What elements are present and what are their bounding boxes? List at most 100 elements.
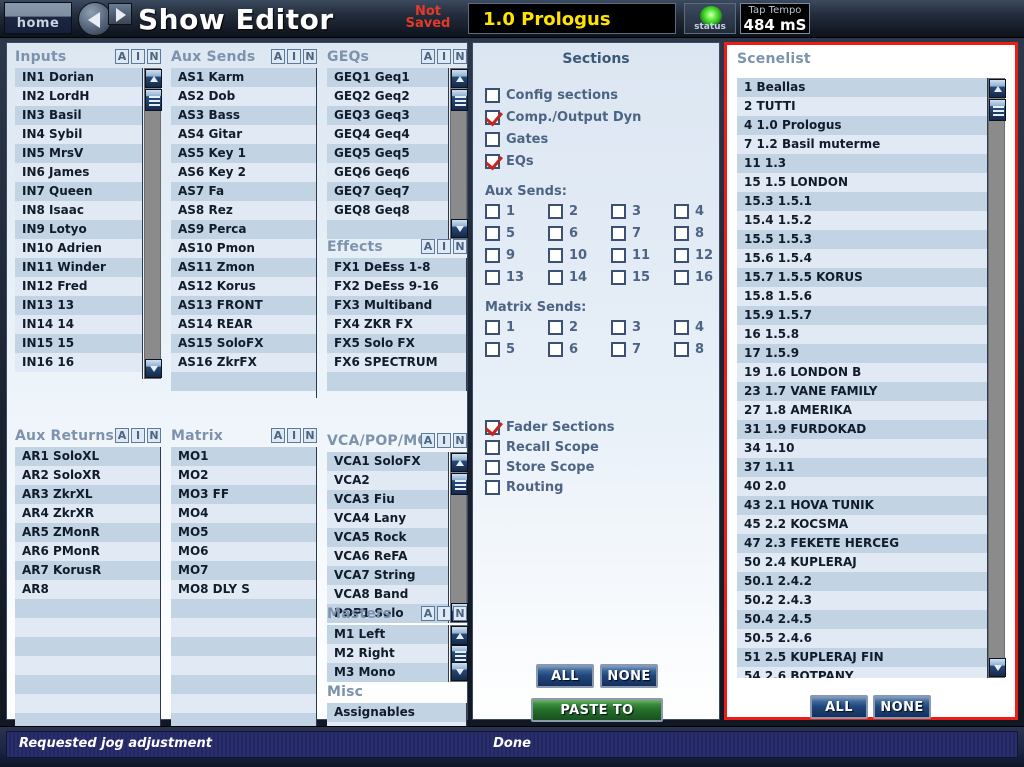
inputs-row[interactable]: IN5 MrsV <box>15 144 142 163</box>
aux-sends-row[interactable]: AS3 Bass <box>171 106 316 125</box>
aux-send-check-5[interactable]: 5 <box>485 226 515 241</box>
scenelist-scroll-thumb[interactable] <box>989 99 1006 121</box>
aux-sends-row[interactable]: AS7 Fa <box>171 182 316 201</box>
sections-none-button[interactable]: NONE <box>600 664 658 688</box>
aux-returns-row[interactable] <box>15 656 160 675</box>
matrix-send-check-2-box[interactable] <box>548 320 563 335</box>
matrix-row[interactable] <box>171 694 316 713</box>
inputs-scroll-up-button[interactable] <box>145 69 162 88</box>
aux-returns-row[interactable]: AR3 ZkrXL <box>15 485 160 504</box>
effects-rows[interactable]: FX1 DeEss 1-8 FX2 DeEss 9-16 FX3 Multiband… <box>327 258 467 391</box>
inputs-none-button[interactable]: N <box>147 49 161 64</box>
section-check-store-scope[interactable]: Store Scope <box>485 460 594 475</box>
matrix-row[interactable]: MO5 <box>171 523 316 542</box>
scenelist-row[interactable]: 47 2.3 FEKETE HERCEG <box>737 534 987 553</box>
aux-returns-row[interactable]: AR6 PMonR <box>15 542 160 561</box>
aux-sends-ain-buttons[interactable]: A I N <box>271 49 317 64</box>
scenelist-row[interactable]: 15.3 1.5.1 <box>737 192 987 211</box>
effects-ain-buttons[interactable]: A I N <box>421 239 467 254</box>
aux-returns-row[interactable] <box>15 599 160 618</box>
aux-send-check-8-box[interactable] <box>674 226 689 241</box>
inputs-scroll-down-button[interactable] <box>145 359 162 378</box>
aux-send-check-9-box[interactable] <box>485 248 500 263</box>
matrix-send-check-5-box[interactable] <box>485 342 500 357</box>
aux-sends-row[interactable]: AS15 SoloFX <box>171 334 316 353</box>
section-check-config-sections-box[interactable] <box>485 88 500 103</box>
matrix-row[interactable]: MO4 <box>171 504 316 523</box>
scenelist-row[interactable]: 50.1 2.4.2 <box>737 572 987 591</box>
vca-none-button[interactable]: N <box>453 433 467 448</box>
effects-none-button[interactable]: N <box>453 239 467 254</box>
vca-row[interactable]: VCA3 Fiu <box>327 490 448 509</box>
aux-sends-row[interactable] <box>171 372 316 391</box>
aux-send-check-14-box[interactable] <box>548 270 563 285</box>
aux-send-check-3-box[interactable] <box>611 204 626 219</box>
masters-ain-buttons[interactable]: A I N <box>421 606 467 621</box>
aux-send-check-1-box[interactable] <box>485 204 500 219</box>
scenelist-row[interactable]: 15 1.5 LONDON <box>737 173 987 192</box>
aux-sends-invert-button[interactable]: I <box>287 49 301 64</box>
inputs-invert-button[interactable]: I <box>131 49 145 64</box>
matrix-row[interactable] <box>171 637 316 656</box>
matrix-send-check-3[interactable]: 3 <box>611 320 641 335</box>
section-check-fader-sections-box[interactable] <box>485 420 500 435</box>
scenelist-none-button[interactable]: NONE <box>873 695 931 719</box>
aux-returns-none-button[interactable]: N <box>147 428 161 443</box>
aux-send-check-13-box[interactable] <box>485 270 500 285</box>
scenelist-row[interactable]: 34 1.10 <box>737 439 987 458</box>
scenelist-row[interactable]: 2 TUTTI <box>737 97 987 116</box>
matrix-row[interactable]: MO6 <box>171 542 316 561</box>
vca-scrollbar[interactable] <box>450 452 468 623</box>
vca-row[interactable]: VCA7 String <box>327 566 448 585</box>
aux-send-check-7-box[interactable] <box>611 226 626 241</box>
masters-rows[interactable]: M1 Left M2 Right M3 Mono <box>327 625 449 682</box>
effects-row[interactable]: FX1 DeEss 1-8 <box>327 258 466 277</box>
scenelist-row[interactable]: 40 2.0 <box>737 477 987 496</box>
inputs-row[interactable]: IN6 James <box>15 163 142 182</box>
aux-send-check-1[interactable]: 1 <box>485 204 515 219</box>
aux-sends-none-button[interactable]: N <box>303 49 317 64</box>
scenelist-row[interactable]: 50.4 2.4.5 <box>737 610 987 629</box>
geqs-scrollbar[interactable] <box>450 68 468 239</box>
inputs-row[interactable]: IN1 Dorian <box>15 68 142 87</box>
scenelist-row[interactable]: 19 1.6 LONDON B <box>737 363 987 382</box>
aux-returns-row[interactable] <box>15 694 160 713</box>
matrix-row[interactable]: MO7 <box>171 561 316 580</box>
scenelist-row[interactable]: 11 1.3 <box>737 154 987 173</box>
aux-send-check-6[interactable]: 6 <box>548 226 578 241</box>
aux-returns-row[interactable]: AR7 KorusR <box>15 561 160 580</box>
scenelist-row[interactable]: 50.5 2.4.6 <box>737 629 987 648</box>
scenelist-row[interactable]: 50 2.4 KUPLERAJ <box>737 553 987 572</box>
scenelist-row[interactable]: 51 2.5 KUPLERAJ FIN <box>737 648 987 667</box>
geqs-row[interactable]: GEQ1 Geq1 <box>327 68 448 87</box>
effects-row[interactable]: FX2 DeEss 9-16 <box>327 277 466 296</box>
scenelist-row[interactable]: 15.9 1.5.7 <box>737 306 987 325</box>
geqs-row[interactable]: GEQ8 Geq8 <box>327 201 448 220</box>
aux-sends-row[interactable]: AS16 ZkrFX <box>171 353 316 372</box>
matrix-send-check-1-box[interactable] <box>485 320 500 335</box>
aux-send-check-11[interactable]: 11 <box>611 248 650 263</box>
section-check-fader-sections[interactable]: Fader Sections <box>485 420 614 435</box>
aux-send-check-15-box[interactable] <box>611 270 626 285</box>
geqs-rows[interactable]: GEQ1 Geq1 GEQ2 Geq2 GEQ3 Geq3 GEQ4 Geq4 GEQ5… <box>327 68 449 239</box>
aux-send-check-10-box[interactable] <box>548 248 563 263</box>
sections-all-button[interactable]: ALL <box>536 664 594 688</box>
vca-row[interactable]: VCA1 SoloFX <box>327 452 448 471</box>
aux-send-check-13[interactable]: 13 <box>485 270 524 285</box>
matrix-row[interactable] <box>171 656 316 675</box>
scenelist-row[interactable]: 7 1.2 Basil muterme <box>737 135 987 154</box>
masters-all-button[interactable]: A <box>421 606 435 621</box>
aux-returns-ain-buttons[interactable]: A I N <box>115 428 161 443</box>
effects-row[interactable]: FX4 ZKR FX <box>327 315 466 334</box>
geqs-scroll-thumb[interactable] <box>451 89 468 111</box>
vca-row[interactable]: VCA2 <box>327 471 448 490</box>
matrix-send-check-3-box[interactable] <box>611 320 626 335</box>
effects-invert-button[interactable]: I <box>437 239 451 254</box>
inputs-row[interactable]: IN15 15 <box>15 334 142 353</box>
inputs-ain-buttons[interactable]: A I N <box>115 49 161 64</box>
matrix-ain-buttons[interactable]: A I N <box>271 428 317 443</box>
nav-back-button[interactable] <box>78 2 112 36</box>
aux-sends-row[interactable]: AS12 Korus <box>171 277 316 296</box>
aux-returns-row[interactable]: AR8 <box>15 580 160 599</box>
vca-row[interactable]: VCA6 ReFA <box>327 547 448 566</box>
